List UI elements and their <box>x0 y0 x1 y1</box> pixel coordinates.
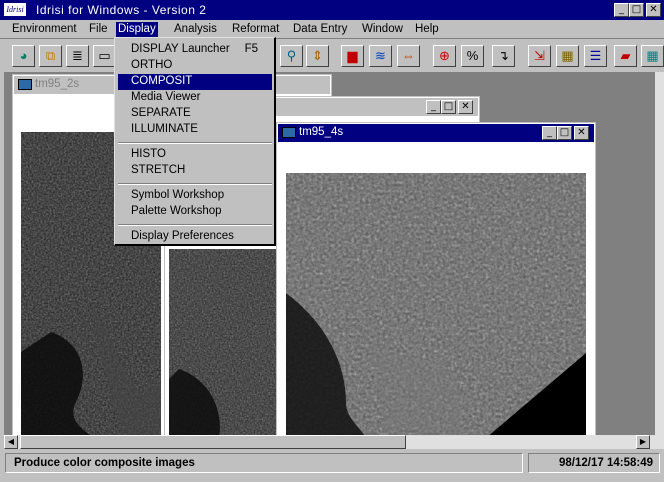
toolbar: ◕ ⧉ ≣ ▭ ⚲ ⇕ ▆ ≋ ⇔ ⊕ % ↴ ⇲ ▦ ☰ ▰ ▦ <box>0 41 664 71</box>
grid-icon[interactable]: ▦ <box>641 45 664 67</box>
menu-item-symbol-workshop[interactable]: Symbol Workshop <box>118 188 272 204</box>
waves-icon[interactable]: ≋ <box>369 45 392 67</box>
maximize-button[interactable]: □ <box>557 126 572 140</box>
menu-display[interactable]: Display <box>116 22 158 38</box>
menu-separator <box>118 142 272 144</box>
target-icon[interactable]: ⊕ <box>433 45 456 67</box>
app-logo-icon: Idrisi <box>4 3 26 16</box>
menu-analysis[interactable]: Analysis <box>172 22 219 38</box>
menu-item-stretch[interactable]: STRETCH <box>118 163 272 179</box>
close-button[interactable]: ✕ <box>458 100 473 114</box>
menu-data-entry[interactable]: Data Entry <box>291 22 349 38</box>
minimize-button[interactable]: _ <box>542 126 557 140</box>
maximize-button[interactable]: □ <box>441 100 456 114</box>
erase-icon[interactable]: ▰ <box>614 45 637 67</box>
menu-item-palette-workshop[interactable]: Palette Workshop <box>118 204 272 220</box>
status-message: Produce color composite images <box>5 453 523 473</box>
leftright-icon[interactable]: ⇔ <box>397 45 420 67</box>
menu-reformat[interactable]: Reformat <box>230 22 281 38</box>
minimize-button[interactable]: _ <box>426 100 441 114</box>
layers-icon[interactable]: ⧉ <box>39 45 62 67</box>
menu-item-histo[interactable]: HISTO <box>118 147 272 163</box>
list-icon[interactable]: ≣ <box>66 45 89 67</box>
table-icon[interactable]: ▦ <box>556 45 579 67</box>
satellite-image[interactable] <box>286 173 586 435</box>
image-window-tm95-4s[interactable]: tm95_4s _ □ ✕ <box>276 122 596 435</box>
menu-item-composit[interactable]: COMPOSIT <box>118 74 272 90</box>
status-bar: Produce color composite images 98/12/17 … <box>0 450 664 482</box>
zoom-icon[interactable]: ⚲ <box>280 45 303 67</box>
window-title-bar[interactable]: tm95_4s _ □ ✕ <box>278 124 594 142</box>
printer-icon[interactable]: ▭ <box>93 45 116 67</box>
import-icon[interactable]: ⇲ <box>528 45 551 67</box>
menu-item-media-viewer[interactable]: Media Viewer <box>118 90 272 106</box>
histogram-icon[interactable]: ▆ <box>341 45 364 67</box>
menu-bar: Environment File Display Analysis Reform… <box>0 20 664 39</box>
menu-environment[interactable]: Environment <box>10 22 79 38</box>
menu-file[interactable]: File <box>87 22 110 38</box>
scroll-right-icon[interactable]: ▶ <box>636 435 650 449</box>
menu-item-separate[interactable]: SEPARATE <box>118 106 272 122</box>
horizontal-scrollbar[interactable]: ◀ ▶ <box>4 435 655 449</box>
menu-item-display-launcher[interactable]: DISPLAY Launcher F5 <box>118 42 272 58</box>
display-menu-dropdown: DISPLAY Launcher F5 ORTHO COMPOSIT Media … <box>114 37 276 246</box>
satellite-image[interactable] <box>169 249 279 435</box>
app-title: Idrisi for Windows - Version 2 <box>36 3 207 17</box>
updown-icon[interactable]: ⇕ <box>306 45 329 67</box>
scroll-left-icon[interactable]: ◀ <box>4 435 18 449</box>
menu-item-ortho[interactable]: ORTHO <box>118 58 272 74</box>
image-icon <box>18 79 32 90</box>
minimize-button[interactable]: _ <box>614 3 629 17</box>
vertical-scrollbar[interactable] <box>655 72 664 449</box>
menu-item-display-preferences[interactable]: Display Preferences <box>118 229 272 245</box>
menu-item-illuminate[interactable]: ILLUMINATE <box>118 122 272 138</box>
window-title: tm95_2s <box>35 78 80 90</box>
mdi-workspace: tm95_2s _ □ ✕ tm95_4s _ □ ✕ <box>4 72 655 435</box>
status-datetime: 98/12/17 14:58:49 <box>528 453 660 473</box>
app-title-bar[interactable]: Idrisi Idrisi for Windows - Version 2 _ … <box>0 0 664 20</box>
maximize-button[interactable]: □ <box>629 3 644 17</box>
window-title: tm95_4s <box>299 126 344 138</box>
menu-window[interactable]: Window <box>360 22 405 38</box>
arrow-icon[interactable]: ↴ <box>492 45 515 67</box>
percent-icon[interactable]: % <box>461 45 484 67</box>
scroll-thumb[interactable] <box>20 435 406 449</box>
image-icon <box>282 127 296 138</box>
close-button[interactable]: ✕ <box>574 126 589 140</box>
menu-separator <box>118 224 272 226</box>
globe-icon[interactable]: ◕ <box>12 45 35 67</box>
legend-icon[interactable]: ☰ <box>584 45 607 67</box>
close-button[interactable]: ✕ <box>646 3 661 17</box>
menu-help[interactable]: Help <box>413 22 441 38</box>
menu-separator <box>118 183 272 185</box>
